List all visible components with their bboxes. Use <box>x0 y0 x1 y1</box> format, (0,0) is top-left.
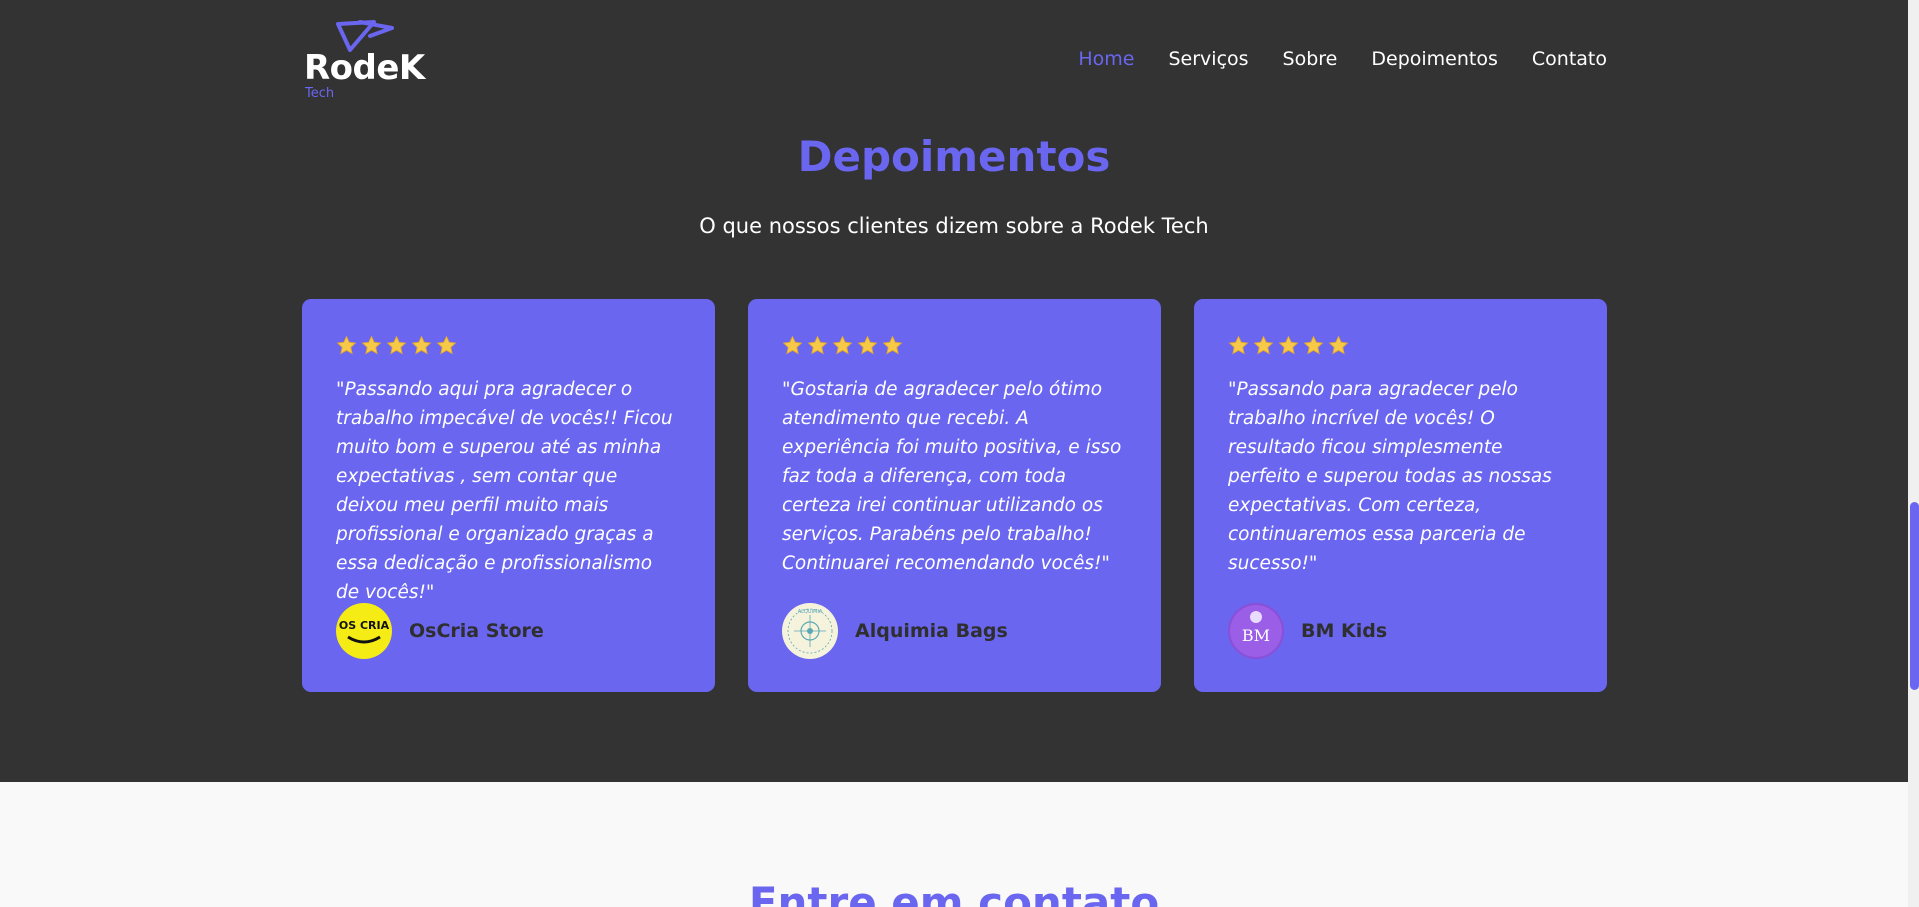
star-icon <box>436 335 457 355</box>
brand-subtitle: Tech <box>305 86 335 101</box>
star-icon <box>411 335 432 355</box>
brand-name: RodeK <box>304 48 425 88</box>
contact-section: Entre em contato <box>0 782 1908 907</box>
testimonial-author: ALQUIMIA Alquimia Bags <box>782 603 1008 659</box>
nav-contato[interactable]: Contato <box>1532 48 1607 70</box>
main-nav: Home Serviços Sobre Depoimentos Contato <box>1078 48 1607 70</box>
brand-logo[interactable]: RodeK Tech <box>304 18 425 104</box>
testimonial-card: "Passando aqui pra agradecer o trabalho … <box>302 299 715 692</box>
scrollbar[interactable] <box>1908 0 1919 907</box>
star-rating <box>782 335 1127 357</box>
author-name: BM Kids <box>1301 620 1388 642</box>
star-rating <box>336 335 681 357</box>
avatar: OS CRIA <box>336 603 392 659</box>
star-icon <box>857 335 878 355</box>
avatar: ALQUIMIA <box>782 603 838 659</box>
avatar: BM <box>1228 603 1284 659</box>
nav-servicos[interactable]: Serviços <box>1168 48 1248 70</box>
testimonials-section: RodeK Tech Home Serviços Sobre Depoiment… <box>0 0 1908 782</box>
star-rating <box>1228 335 1573 357</box>
author-name: OsCria Store <box>409 620 544 642</box>
testimonial-quote: "Passando para agradecer pelo trabalho i… <box>1228 379 1552 574</box>
oscria-logo: OS CRIA <box>339 619 390 644</box>
star-icon <box>882 335 903 355</box>
section-title: Depoimentos <box>797 132 1111 181</box>
testimonial-author: OS CRIA OsCria Store <box>336 603 544 659</box>
svg-text:ALQUIMIA: ALQUIMIA <box>798 609 823 615</box>
author-name: Alquimia Bags <box>855 620 1008 642</box>
star-icon <box>1253 335 1274 355</box>
scrollbar-thumb[interactable] <box>1910 502 1919 690</box>
testimonial-quote: "Passando aqui pra agradecer o trabalho … <box>336 379 673 603</box>
testimonial-cards: "Passando aqui pra agradecer o trabalho … <box>302 299 1607 692</box>
star-icon <box>1228 335 1249 355</box>
bmkids-logo: BM <box>1230 605 1282 657</box>
testimonial-quote: "Gostaria de agradecer pelo ótimo atendi… <box>782 379 1122 574</box>
testimonial-card: "Passando para agradecer pelo trabalho i… <box>1194 299 1607 692</box>
nav-home[interactable]: Home <box>1078 48 1134 70</box>
star-icon <box>1278 335 1299 355</box>
section-subtitle: O que nossos clientes dizem sobre a Rode… <box>699 214 1209 238</box>
alquimia-logo: ALQUIMIA <box>787 608 833 654</box>
star-icon <box>832 335 853 355</box>
nav-depoimentos[interactable]: Depoimentos <box>1371 48 1498 70</box>
nav-sobre[interactable]: Sobre <box>1283 48 1338 70</box>
star-icon <box>807 335 828 355</box>
testimonial-author: BM BM Kids <box>1228 603 1387 659</box>
contact-title: Entre em contato <box>748 878 1160 907</box>
star-icon <box>336 335 357 355</box>
page: RodeK Tech Home Serviços Sobre Depoiment… <box>0 0 1908 907</box>
star-icon <box>1303 335 1324 355</box>
svg-text:BM: BM <box>1242 626 1270 645</box>
testimonial-card: "Gostaria de agradecer pelo ótimo atendi… <box>748 299 1161 692</box>
star-icon <box>386 335 407 355</box>
star-icon <box>1328 335 1349 355</box>
star-icon <box>782 335 803 355</box>
svg-text:OS CRIA: OS CRIA <box>339 619 390 632</box>
star-icon <box>361 335 382 355</box>
